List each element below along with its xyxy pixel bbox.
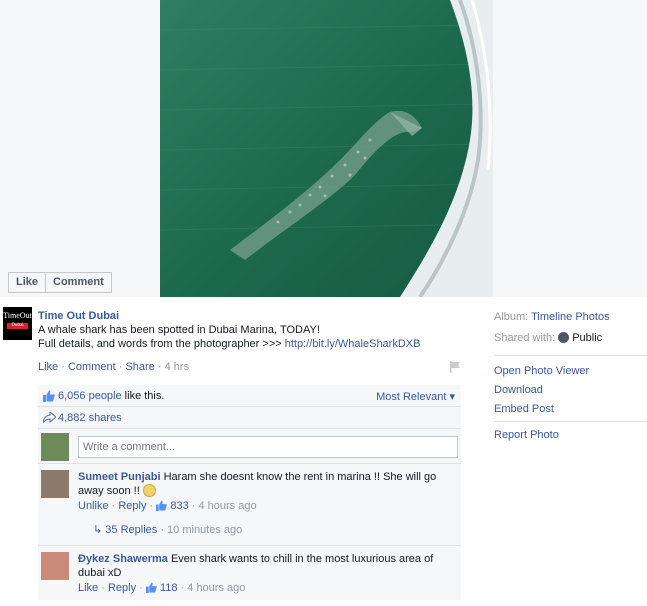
grin-emoji-icon	[142, 484, 156, 497]
comment-like-count[interactable]: 833	[170, 500, 188, 512]
comment-composer	[38, 429, 461, 464]
separator: ·	[157, 361, 162, 373]
post-timestamp[interactable]: 4 hrs	[165, 361, 189, 373]
separator: ·	[61, 361, 65, 373]
likes-text: 6,056 people like this.	[58, 390, 164, 402]
most-relevant-dropdown[interactable]: Most Relevant ▾	[376, 390, 455, 403]
likes-row: 6,056 people like this. Most Relevant ▾	[38, 385, 461, 407]
reply-arrow-icon: ↳	[93, 524, 103, 536]
comment-like-link[interactable]: Like	[78, 582, 98, 594]
comment-author-link[interactable]: Sumeet Punjabi	[78, 471, 161, 483]
logo-text: TimeOut	[3, 311, 32, 320]
comment-author-link[interactable]: Ðykez Shawerma	[78, 553, 168, 565]
comment-like-count[interactable]: 118	[160, 582, 178, 594]
comment-actions: Unlike · Reply · 833 · 4 hours ago	[78, 500, 257, 512]
privacy-line: Shared with: Public	[494, 331, 647, 345]
shares-row: 4,882 shares	[38, 407, 461, 429]
comment-avatar[interactable]	[41, 552, 69, 580]
post-like-link[interactable]: Like	[38, 361, 58, 373]
open-photo-viewer-link[interactable]: Open Photo Viewer	[494, 362, 647, 381]
replies-time: 10 minutes ago	[167, 524, 243, 536]
post-header: TimeOut Dubai Time Out Dubai A whale sha…	[0, 305, 470, 355]
comment-avatar[interactable]	[41, 470, 69, 498]
comment-item: Sumeet Punjabi Haram she doesnt know the…	[38, 464, 461, 546]
comment-body: Sumeet Punjabi Haram she doesnt know the…	[78, 470, 448, 498]
comment-input[interactable]	[78, 436, 458, 458]
share-icon	[43, 412, 56, 423]
post-actions: Like · Comment · Share · 4 hrs	[38, 361, 189, 373]
logo-sub: Dubai	[7, 323, 28, 329]
whale-shark-photo[interactable]	[160, 0, 493, 297]
poster-name-link[interactable]: Time Out Dubai	[38, 310, 119, 322]
globe-icon	[558, 332, 570, 343]
post-caption: A whale shark has been spotted in Dubai …	[38, 323, 458, 351]
replies-count: 35 Replies	[105, 524, 158, 536]
post-comment-link[interactable]: Comment	[68, 361, 116, 373]
post-column: TimeOut Dubai Time Out Dubai A whale sha…	[0, 305, 470, 600]
thumbs-up-icon	[156, 500, 168, 511]
photo-stage: Like Comment	[0, 0, 647, 297]
download-link[interactable]: Download	[494, 381, 647, 400]
replies-link[interactable]: ↳ 35 Replies · 10 minutes ago	[93, 523, 242, 536]
thumbs-up-icon	[145, 582, 157, 593]
likes-count-link[interactable]: 6,056 people	[58, 390, 122, 402]
privacy-value[interactable]: Public	[572, 332, 602, 344]
divider	[494, 421, 647, 422]
likes-suffix: like this.	[121, 390, 165, 402]
caption-prefix: Full details, and words from the photogr…	[38, 338, 285, 350]
embed-post-link[interactable]: Embed Post	[494, 400, 647, 419]
photo-comment-button[interactable]: Comment	[45, 272, 112, 293]
time-out-dubai-logo[interactable]: TimeOut Dubai	[3, 307, 32, 340]
caption-link[interactable]: http://bit.ly/WhaleSharkDXB	[285, 338, 421, 350]
comment-actions: Like · Reply · 118 · 4 hours ago	[78, 582, 246, 594]
current-user-avatar[interactable]	[41, 433, 69, 461]
flag-icon[interactable]	[450, 361, 460, 373]
comment-reply-link[interactable]: Reply	[118, 500, 146, 512]
post-share-link[interactable]: Share	[125, 361, 154, 373]
comment-item: Ðykez Shawerma Even shark wants to chill…	[38, 546, 461, 600]
album-link[interactable]: Timeline Photos	[531, 311, 609, 323]
album-label: Album:	[494, 311, 529, 323]
photo-actions: Like Comment	[8, 272, 112, 293]
album-line: Album: Timeline Photos	[494, 310, 647, 324]
comment-reply-link[interactable]: Reply	[108, 582, 136, 594]
most-relevant-label: Most Relevant	[376, 391, 447, 403]
thumbs-up-icon	[43, 390, 55, 402]
chevron-down-icon: ▾	[449, 391, 455, 403]
photo-sidebar: Album: Timeline Photos Shared with: Publ…	[494, 305, 647, 445]
caption-line-1: A whale shark has been spotted in Dubai …	[38, 324, 320, 336]
report-photo-link[interactable]: Report Photo	[494, 426, 647, 445]
comment-timestamp[interactable]: 4 hours ago	[198, 500, 256, 512]
shares-link[interactable]: 4,882 shares	[58, 412, 122, 424]
ufi-panel: 6,056 people like this. Most Relevant ▾ …	[38, 385, 461, 600]
photo-like-button[interactable]: Like	[8, 272, 47, 293]
comment-timestamp[interactable]: 4 hours ago	[187, 582, 245, 594]
separator: ·	[118, 361, 123, 373]
shared-label: Shared with:	[494, 332, 556, 344]
comment-unlike-link[interactable]: Unlike	[78, 500, 109, 512]
comment-body: Ðykez Shawerma Even shark wants to chill…	[78, 552, 448, 580]
photo-options: Open Photo Viewer Download Embed Post	[494, 356, 647, 419]
caption-line-2: Full details, and words from the photogr…	[38, 337, 458, 351]
